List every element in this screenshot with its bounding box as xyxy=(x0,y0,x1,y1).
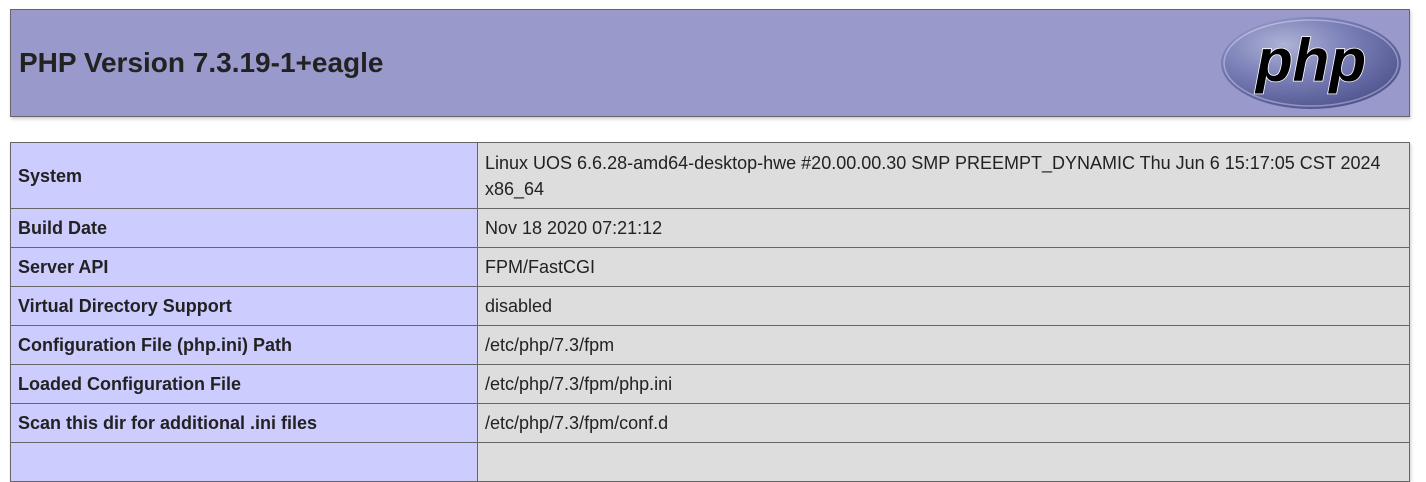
table-row: Configuration File (php.ini) Path /etc/p… xyxy=(10,325,1410,365)
row-value: /etc/php/7.3/fpm/conf.d xyxy=(477,403,1410,443)
row-key: System xyxy=(10,142,478,209)
table-row: Server API FPM/FastCGI xyxy=(10,247,1410,287)
row-key xyxy=(10,442,478,482)
row-value: /etc/php/7.3/fpm xyxy=(477,325,1410,365)
row-value: Linux UOS 6.6.28-amd64-desktop-hwe #20.0… xyxy=(477,142,1410,209)
table-row: Virtual Directory Support disabled xyxy=(10,286,1410,326)
row-value: FPM/FastCGI xyxy=(477,247,1410,287)
table-row: System Linux UOS 6.6.28-amd64-desktop-hw… xyxy=(10,142,1410,209)
row-value: disabled xyxy=(477,286,1410,326)
table-row: Loaded Configuration File /etc/php/7.3/f… xyxy=(10,364,1410,404)
page-title: PHP Version 7.3.19-1+eagle xyxy=(19,47,384,78)
php-logo-text: php xyxy=(1254,27,1366,94)
table-row xyxy=(10,442,1410,482)
table-row: Build Date Nov 18 2020 07:21:12 xyxy=(10,208,1410,248)
php-logo-icon[interactable]: php xyxy=(1219,14,1403,112)
row-key: Virtual Directory Support xyxy=(10,286,478,326)
phpinfo-header: PHP Version 7.3.19-1+eagle php xyxy=(10,9,1410,117)
row-value: /etc/php/7.3/fpm/php.ini xyxy=(477,364,1410,404)
row-key: Configuration File (php.ini) Path xyxy=(10,325,478,365)
row-value xyxy=(477,442,1410,482)
table-row: Scan this dir for additional .ini files … xyxy=(10,403,1410,443)
row-key: Scan this dir for additional .ini files xyxy=(10,403,478,443)
row-key: Loaded Configuration File xyxy=(10,364,478,404)
info-table: System Linux UOS 6.6.28-amd64-desktop-hw… xyxy=(10,142,1410,482)
row-key: Build Date xyxy=(10,208,478,248)
row-value: Nov 18 2020 07:21:12 xyxy=(477,208,1410,248)
row-key: Server API xyxy=(10,247,478,287)
